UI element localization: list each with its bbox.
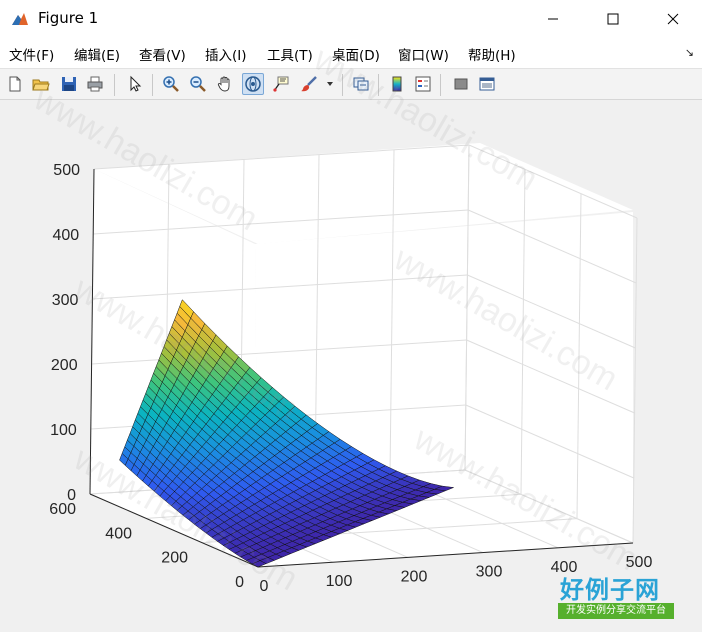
pointer-icon[interactable]: [124, 73, 146, 95]
minimize-button[interactable]: [530, 0, 576, 38]
menu-bar: 文件(F) 编辑(E) 查看(V) 插入(I) 工具(T) 桌面(D) 窗口(W…: [0, 38, 702, 68]
open-folder-icon[interactable]: [30, 73, 52, 95]
menu-file[interactable]: 文件(F): [9, 44, 54, 64]
toolbar-separator: [440, 74, 441, 96]
rotate-3d-icon[interactable]: [242, 73, 264, 95]
menu-tools[interactable]: 工具(T): [267, 44, 313, 64]
window-title: Figure 1: [38, 9, 99, 27]
menu-insert[interactable]: 插入(I): [205, 44, 247, 64]
figure-toolbar: [0, 68, 702, 100]
menu-desktop[interactable]: 桌面(D): [332, 44, 380, 64]
grid-line: [632, 217, 638, 544]
tick-label: 500: [53, 162, 80, 179]
matlab-figure-icon: [10, 9, 30, 29]
tick-label: 400: [52, 227, 79, 244]
figure-canvas[interactable]: 0 100 200 300 400 500 0 200 400 600 0 100 200 300 400 5…: [0, 101, 702, 628]
maximize-icon: [607, 13, 619, 25]
tick-label: 0: [235, 574, 244, 591]
hide-plot-tools-icon[interactable]: [450, 73, 472, 95]
tick-label: 300: [476, 564, 503, 581]
title-bar: Figure 1: [0, 0, 702, 38]
legend-icon[interactable]: [412, 73, 434, 95]
close-button[interactable]: [650, 0, 696, 38]
maximize-button[interactable]: [590, 0, 636, 38]
tick-label: 400: [105, 525, 132, 542]
minimize-icon: [548, 18, 558, 20]
menu-view[interactable]: 查看(V): [139, 44, 186, 64]
colorbar-icon[interactable]: [386, 73, 408, 95]
new-figure-icon[interactable]: [4, 73, 26, 95]
brush-dropdown-icon[interactable]: [324, 73, 336, 95]
brush-icon[interactable]: [298, 73, 320, 95]
tick-label: 200: [401, 568, 428, 585]
tick-label: 100: [326, 573, 353, 590]
tick-label: 0: [260, 578, 269, 595]
link-plot-icon[interactable]: [350, 73, 372, 95]
zoom-in-icon[interactable]: [160, 73, 182, 95]
menu-window[interactable]: 窗口(W): [398, 44, 449, 64]
data-cursor-icon[interactable]: [270, 73, 292, 95]
dock-arrow-icon[interactable]: ↘: [685, 46, 694, 59]
close-icon: [667, 13, 679, 25]
toolbar-separator: [378, 74, 379, 96]
tick-label: 200: [161, 550, 188, 567]
print-icon[interactable]: [84, 73, 106, 95]
save-icon[interactable]: [58, 73, 80, 95]
tick-label: 300: [52, 292, 79, 309]
toolbar-separator: [152, 74, 153, 96]
menu-edit[interactable]: 编辑(E): [74, 44, 120, 64]
tick-label: 600: [49, 501, 76, 518]
logo-subtitle: 开发实例分享交流平台: [558, 603, 674, 619]
zoom-out-icon[interactable]: [187, 73, 209, 95]
pan-hand-icon[interactable]: [214, 73, 236, 95]
tick-label: 500: [626, 554, 653, 571]
menu-help[interactable]: 帮助(H): [468, 44, 516, 64]
surface-plot[interactable]: 010020030040050002004006000 100 200 300 400 5…: [0, 101, 702, 628]
show-plot-tools-icon[interactable]: [476, 73, 498, 95]
toolbar-separator: [114, 74, 115, 96]
logo-text: 好例子网: [560, 576, 660, 604]
tick-label: 100: [50, 422, 77, 439]
toolbar-separator: [342, 74, 343, 96]
site-logo: 好例子网 开发实例分享交流平台: [556, 570, 676, 622]
tick-label: 200: [51, 357, 78, 374]
